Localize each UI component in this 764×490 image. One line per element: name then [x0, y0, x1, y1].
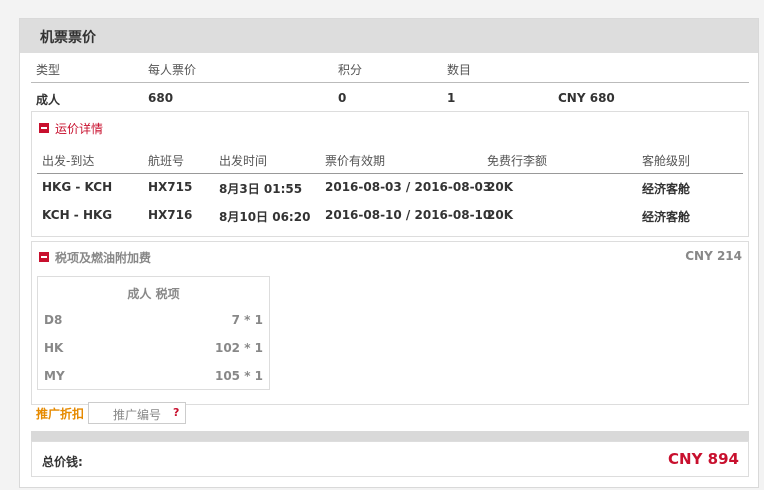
fd-col-flight: 航班号: [148, 154, 185, 168]
tax-value: 105 * 1: [214, 369, 263, 383]
fd-col-cabin: 客舱级别: [642, 154, 691, 168]
minus-square-icon[interactable]: [39, 252, 49, 262]
taxes-total: CNY 214: [685, 249, 742, 263]
row-type: 成人: [36, 93, 61, 107]
fd-cabin: 经济客舱: [642, 210, 691, 224]
total-divider-bar: [31, 431, 749, 441]
tax-table-title: 成人 税项: [127, 287, 180, 301]
fd-col-validity: 票价有效期: [325, 154, 386, 168]
col-price: 每人票价: [148, 63, 197, 77]
fd-route: KCH - HKG: [42, 208, 113, 222]
fd-col-baggage: 免费行李额: [487, 154, 548, 168]
taxes-title[interactable]: 税项及燃油附加费: [55, 249, 151, 266]
question-icon[interactable]: ?: [173, 406, 179, 419]
panel-header: 机票票价: [20, 19, 758, 53]
tax-value: 7 * 1: [231, 313, 263, 327]
minus-square-icon[interactable]: [39, 123, 49, 133]
col-points: 积分: [338, 63, 363, 77]
taxes-box: 税项及燃油附加费 CNY 214 成人 税项 D8 7 * 1 HK 102 *…: [31, 241, 749, 405]
fd-baggage: 20K: [487, 180, 513, 194]
fd-col-route: 出发-到达: [42, 154, 95, 168]
col-type: 类型: [36, 63, 61, 77]
fare-details-title[interactable]: 运价详情: [55, 120, 103, 137]
col-count: 数目: [447, 63, 472, 77]
panel-title: 机票票价: [40, 30, 96, 46]
fd-col-time: 出发时间: [219, 154, 268, 168]
row-count: 1: [447, 91, 456, 105]
tax-code: HK: [44, 341, 64, 355]
fd-baggage: 20K: [487, 208, 513, 222]
tax-table: 成人 税项 D8 7 * 1 HK 102 * 1 MY 105 * 1: [37, 276, 270, 390]
fd-divider: [37, 173, 743, 174]
tax-code: D8: [44, 313, 63, 327]
fd-validity: 2016-08-10 / 2016-08-10: [325, 208, 492, 222]
fd-route: HKG - KCH: [42, 180, 113, 194]
fare-details-box: 运价详情 出发-到达 航班号 出发时间 票价有效期 免费行李额 客舱级别 HKG…: [31, 111, 749, 237]
promo-label: 推广折扣: [36, 407, 85, 421]
fd-time: 8月10日 06:20: [219, 210, 311, 224]
fd-flight: HX715: [148, 180, 193, 194]
row-total: CNY 680: [558, 91, 615, 105]
promo-placeholder: 推广编号: [113, 408, 162, 422]
fare-panel: 机票票价 类型 每人票价 积分 数目 成人 680 0 1 CNY 680 运价…: [19, 18, 759, 488]
tax-value: 102 * 1: [214, 341, 263, 355]
total-box: 总价钱: CNY 894: [31, 441, 749, 477]
tax-code: MY: [44, 369, 65, 383]
fd-time: 8月3日 01:55: [219, 182, 303, 196]
promo-code-input[interactable]: 推广编号 ?: [88, 402, 186, 424]
fd-validity: 2016-08-03 / 2016-08-03: [325, 180, 492, 194]
fd-flight: HX716: [148, 208, 193, 222]
fd-cabin: 经济客舱: [642, 182, 691, 196]
row-price: 680: [148, 91, 174, 105]
row-points: 0: [338, 91, 347, 105]
total-value: CNY 894: [668, 450, 739, 468]
header-divider: [31, 82, 749, 83]
total-label: 总价钱:: [42, 455, 83, 469]
